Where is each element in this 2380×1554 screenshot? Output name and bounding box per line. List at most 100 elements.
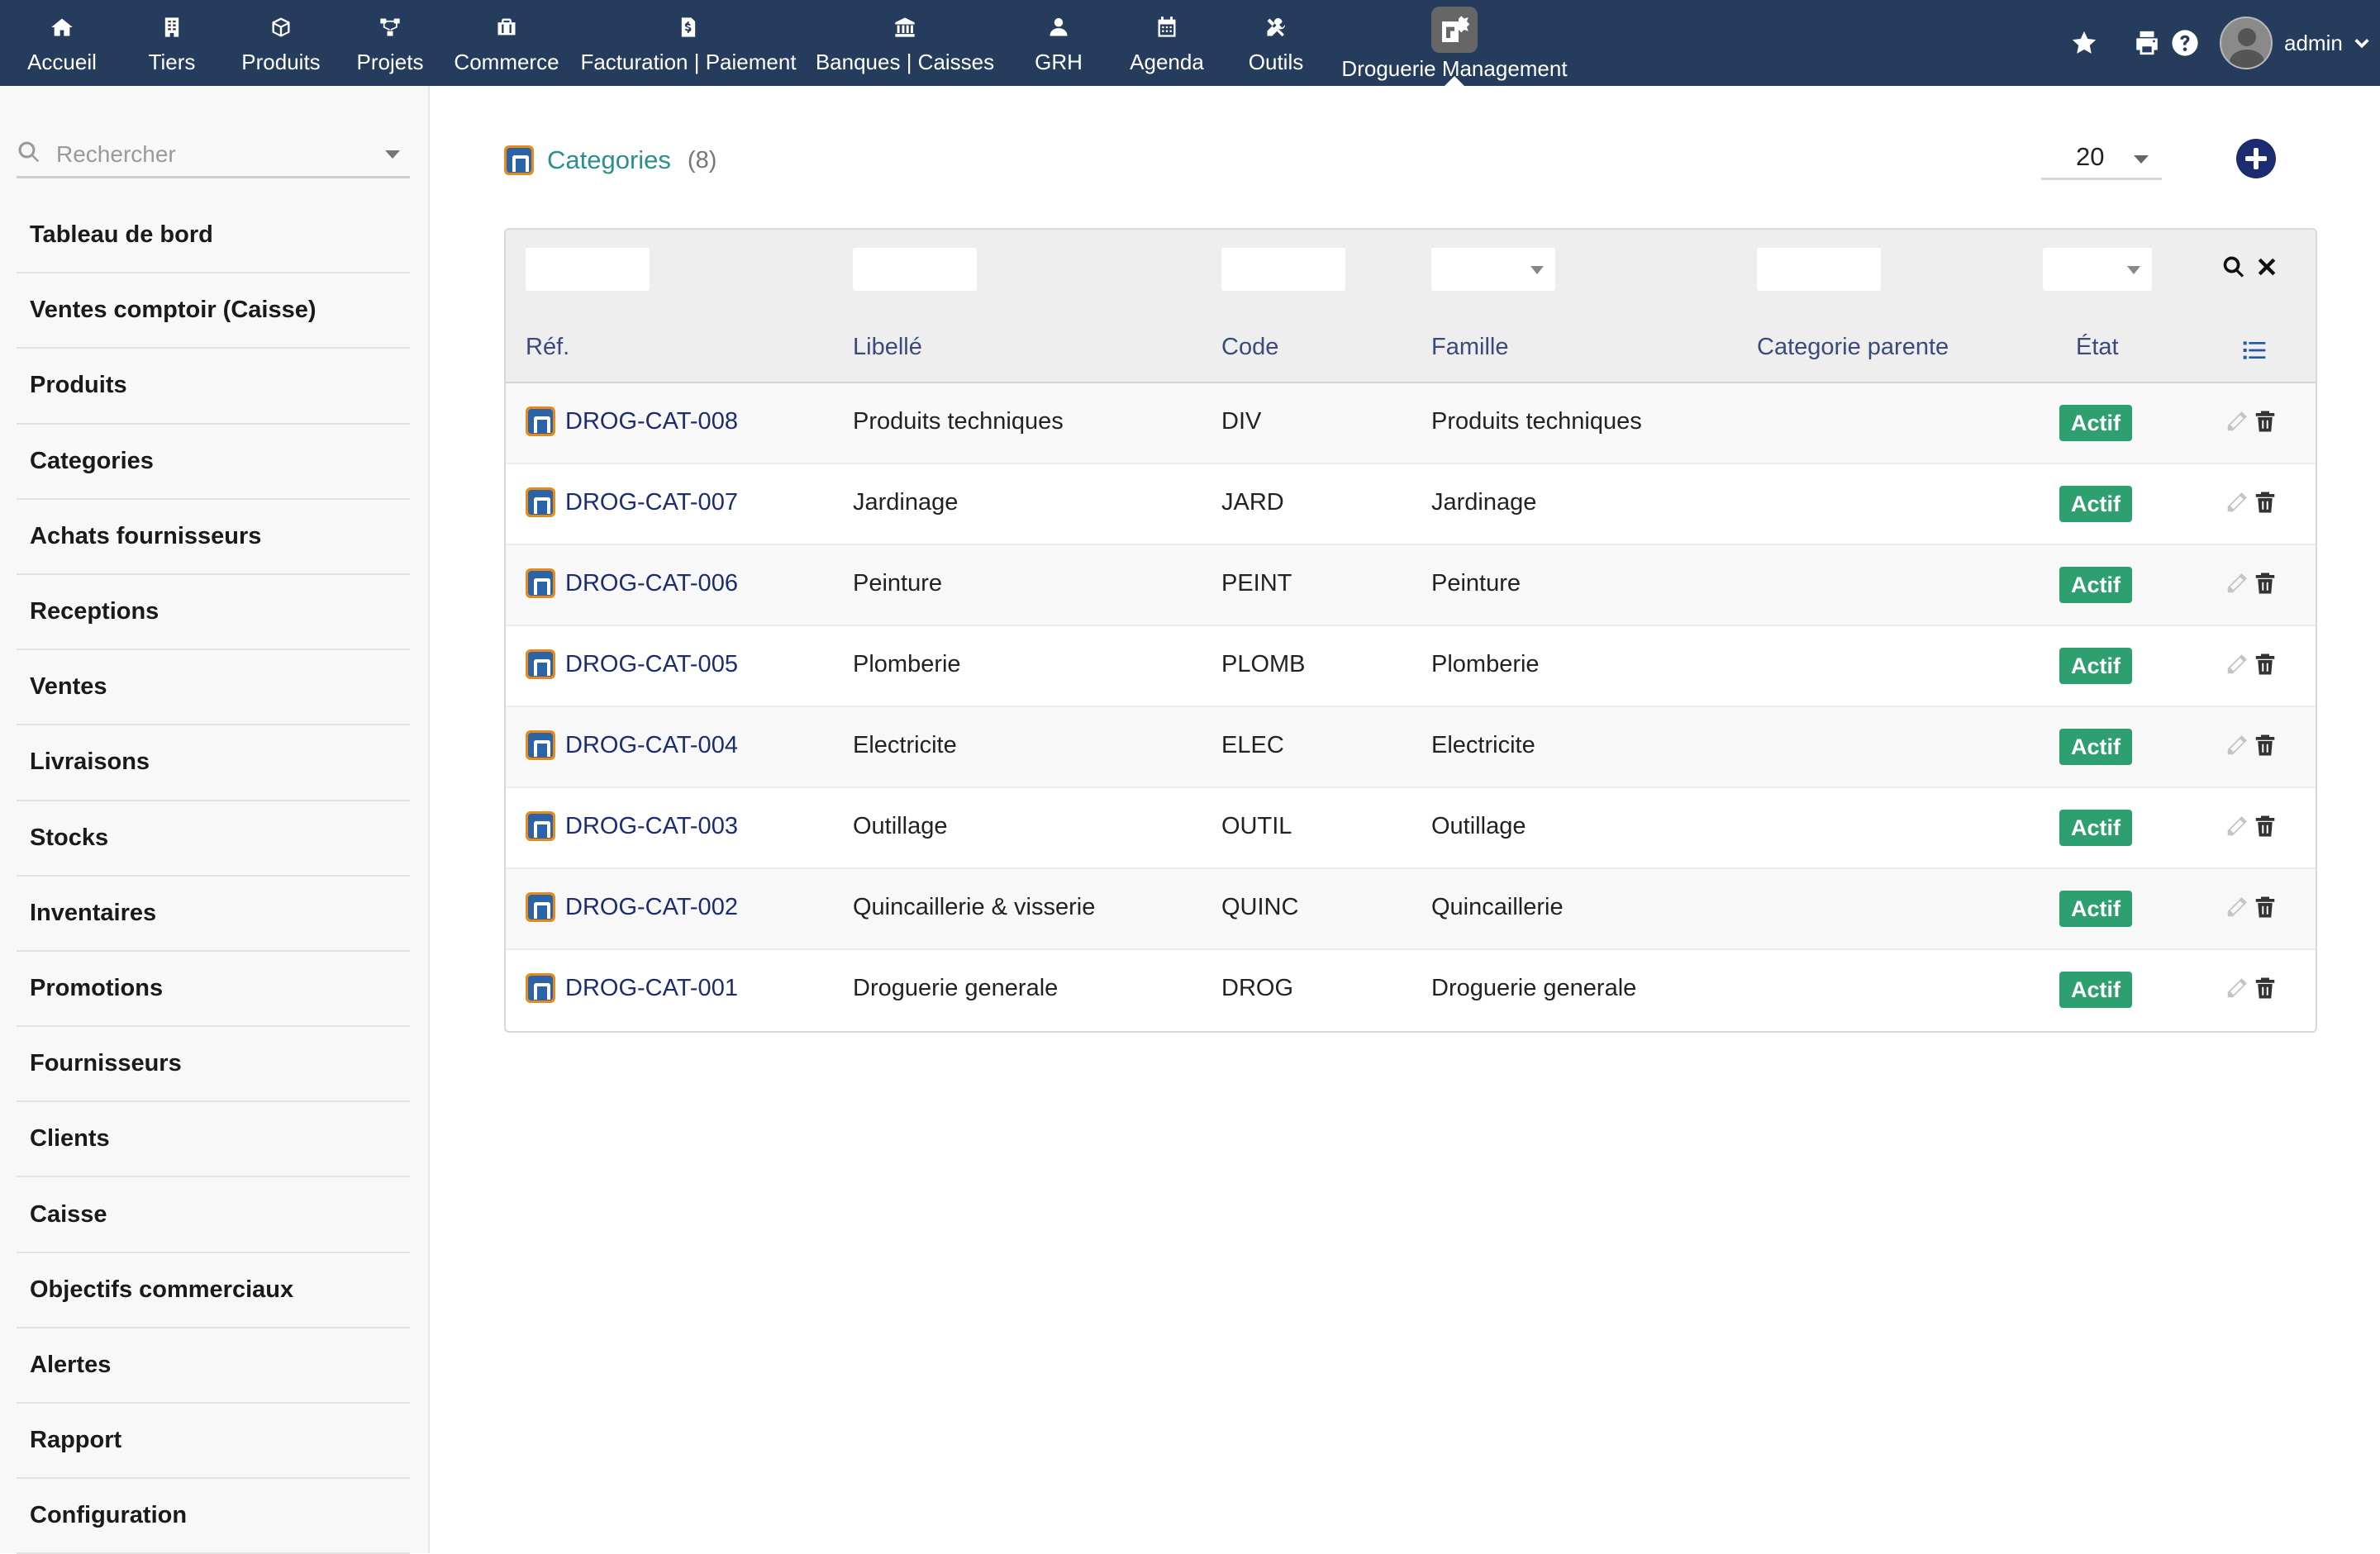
edit-pencil-icon[interactable] <box>2225 408 2251 436</box>
ref-cell[interactable]: DROG-CAT-006 <box>526 568 738 598</box>
filter-label-input[interactable] <box>853 248 977 291</box>
ref-cell[interactable]: DROG-CAT-004 <box>526 730 738 760</box>
page-size-select[interactable]: 20 <box>2041 139 2162 180</box>
nav-outils[interactable]: Outils <box>1245 0 1307 86</box>
bookmark-star-icon[interactable] <box>2068 26 2101 59</box>
nav-agenda[interactable]: Agenda <box>1127 0 1207 86</box>
ref-link[interactable]: DROG-CAT-004 <box>565 732 738 759</box>
edit-pencil-icon[interactable] <box>2225 651 2251 679</box>
code-cell: PEINT <box>1221 570 1292 596</box>
sidebar-item-achats-fournisseurs[interactable]: Achats fournisseurs <box>17 500 410 575</box>
filter-family-select[interactable] <box>1431 248 1555 291</box>
sidebar-item-fournisseurs[interactable]: Fournisseurs <box>17 1027 410 1103</box>
nav-banques-caisses[interactable]: Banques | Caisses <box>813 0 997 86</box>
sidebar-item-categories[interactable]: Categories <box>17 425 410 500</box>
delete-trash-icon[interactable] <box>2253 732 2279 760</box>
user-menu[interactable]: admin <box>2220 15 2371 71</box>
search-icon[interactable] <box>2221 254 2251 284</box>
ref-link[interactable]: DROG-CAT-005 <box>565 651 738 678</box>
code-cell: JARD <box>1221 489 1284 516</box>
ref-cell[interactable]: DROG-CAT-003 <box>526 811 738 841</box>
sidebar-item-inventaires[interactable]: Inventaires <box>17 877 410 952</box>
status-badge: Actif <box>2059 891 2132 927</box>
print-icon[interactable] <box>2130 26 2163 59</box>
column-selector-list-icon[interactable] <box>2241 337 2269 365</box>
record-count: (8) <box>687 146 717 173</box>
sidebar-item-tableau-de-bord[interactable]: Tableau de bord <box>17 198 410 274</box>
nav-grh[interactable]: GRH <box>1031 0 1086 86</box>
add-category-button[interactable] <box>2236 139 2276 178</box>
column-header-code[interactable]: Code <box>1221 334 1278 361</box>
ref-link[interactable]: DROG-CAT-007 <box>565 489 738 516</box>
delete-trash-icon[interactable] <box>2253 489 2279 517</box>
filter-status-select[interactable] <box>2043 248 2152 291</box>
close-icon[interactable] <box>2254 254 2284 284</box>
sidebar-item-rapport[interactable]: Rapport <box>17 1404 410 1480</box>
edit-pencil-icon[interactable] <box>2225 813 2251 841</box>
sidebar-item-configuration[interactable]: Configuration <box>17 1479 410 1554</box>
delete-trash-icon[interactable] <box>2253 570 2279 598</box>
page-title: Categories <box>547 145 671 174</box>
ref-cell[interactable]: DROG-CAT-007 <box>526 487 738 517</box>
nav-facturation-paiement[interactable]: Facturation | Paiement <box>578 0 798 86</box>
ref-cell[interactable]: DROG-CAT-008 <box>526 406 738 436</box>
column-header-parent[interactable]: Categorie parente <box>1757 334 1949 361</box>
ref-link[interactable]: DROG-CAT-006 <box>565 570 738 597</box>
categories-table: Réf. Libellé Code Famille Categorie pare… <box>504 228 2317 1033</box>
ref-cell[interactable]: DROG-CAT-002 <box>526 892 738 922</box>
sidebar-item-objectifs-commerciaux[interactable]: Objectifs commerciaux <box>17 1253 410 1328</box>
filter-ref-input[interactable] <box>526 248 650 291</box>
left-sidebar: Rechercher Tableau de bord Ventes compto… <box>0 86 430 1554</box>
ref-link[interactable]: DROG-CAT-001 <box>565 975 738 1002</box>
sidebar-item-ventes-comptoir[interactable]: Ventes comptoir (Caisse) <box>17 273 410 349</box>
column-header-label[interactable]: Libellé <box>853 334 922 361</box>
delete-trash-icon[interactable] <box>2253 651 2279 679</box>
sidebar-item-livraisons[interactable]: Livraisons <box>17 725 410 801</box>
sidebar-item-produits[interactable]: Produits <box>17 349 410 425</box>
sidebar-item-stocks[interactable]: Stocks <box>17 801 410 877</box>
sidebar-item-promotions[interactable]: Promotions <box>17 952 410 1028</box>
ref-link[interactable]: DROG-CAT-002 <box>565 894 738 921</box>
category-icon <box>526 649 555 679</box>
sidebar-item-receptions[interactable]: Receptions <box>17 575 410 651</box>
top-navigation-bar: Accueil Tiers Produits Projets Commerce … <box>0 0 2380 86</box>
briefcase-icon <box>490 15 523 40</box>
edit-pencil-icon[interactable] <box>2225 489 2251 517</box>
delete-trash-icon[interactable] <box>2253 894 2279 922</box>
delete-trash-icon[interactable] <box>2253 408 2279 436</box>
filter-code-input[interactable] <box>1221 248 1345 291</box>
nav-label: Tiers <box>148 50 196 74</box>
ref-cell[interactable]: DROG-CAT-005 <box>526 649 738 679</box>
edit-pencil-icon[interactable] <box>2225 570 2251 598</box>
filter-parent-input[interactable] <box>1757 248 1881 291</box>
nav-tiers[interactable]: Tiers <box>140 0 203 86</box>
delete-trash-icon[interactable] <box>2253 975 2279 1003</box>
code-cell: QUINC <box>1221 894 1299 920</box>
sidebar-item-alertes[interactable]: Alertes <box>17 1328 410 1404</box>
ref-cell[interactable]: DROG-CAT-001 <box>526 973 738 1003</box>
edit-pencil-icon[interactable] <box>2225 894 2251 922</box>
nav-accueil[interactable]: Accueil <box>17 0 107 86</box>
sidebar-item-clients[interactable]: Clients <box>17 1102 410 1178</box>
nav-commerce[interactable]: Commerce <box>453 0 560 86</box>
sidebar-item-ventes[interactable]: Ventes <box>17 650 410 726</box>
help-icon[interactable] <box>2168 26 2202 59</box>
nav-projets[interactable]: Projets <box>354 0 426 86</box>
nav-droguerie-management[interactable]: Droguerie Management <box>1339 0 1570 86</box>
column-header-status[interactable]: État <box>2076 334 2119 361</box>
category-icon <box>526 406 555 436</box>
sidebar-search[interactable]: Rechercher <box>17 132 410 178</box>
table-body: DROG-CAT-008 Produits techniques DIV Produi… <box>506 383 2316 1031</box>
column-header-family[interactable]: Famille <box>1431 334 1508 361</box>
nav-produits[interactable]: Produits <box>238 0 324 86</box>
ref-link[interactable]: DROG-CAT-003 <box>565 813 738 840</box>
ref-link[interactable]: DROG-CAT-008 <box>565 408 738 435</box>
chevron-down-icon <box>385 150 400 159</box>
edit-pencil-icon[interactable] <box>2225 732 2251 760</box>
column-header-ref[interactable]: Réf. <box>526 334 569 361</box>
sidebar-item-caisse[interactable]: Caisse <box>17 1177 410 1253</box>
label-cell: Quincaillerie & visserie <box>853 894 1096 920</box>
delete-trash-icon[interactable] <box>2253 813 2279 841</box>
edit-pencil-icon[interactable] <box>2225 975 2251 1003</box>
chevron-down-icon <box>2127 266 2140 274</box>
